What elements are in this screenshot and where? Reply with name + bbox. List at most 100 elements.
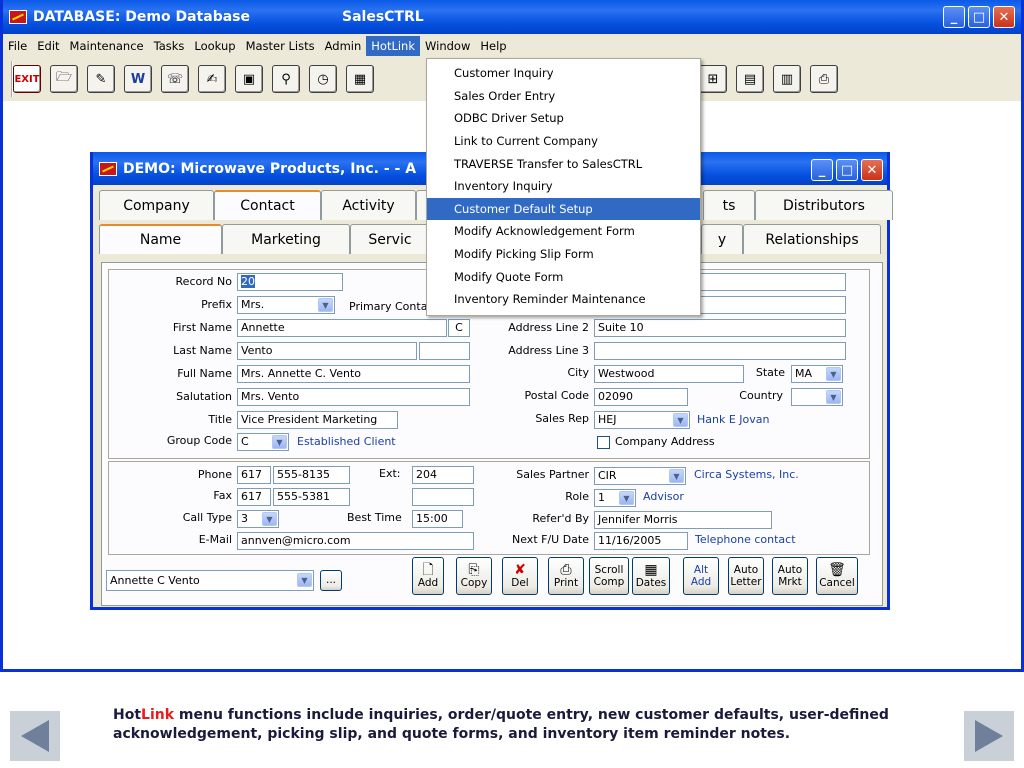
address-line-3-field[interactable] (594, 342, 846, 360)
menu-item-modify-acknowledgement-form[interactable]: Modify Acknowledgement Form (427, 220, 700, 243)
address-line-2-field[interactable]: Suite 10 (594, 319, 846, 337)
sales-partner-select[interactable]: CIR ▼ (594, 467, 686, 485)
first-name-field[interactable]: Annette (237, 319, 447, 337)
role-select[interactable]: 1 ▼ (594, 489, 636, 507)
cancel-button[interactable]: 🗑 Cancel (816, 557, 858, 595)
title-field[interactable]: Vice President Marketing (237, 411, 398, 429)
menu-item-link-to-current-company[interactable]: Link to Current Company (427, 130, 700, 153)
email-field[interactable]: annven@micro.com (237, 532, 474, 550)
best-time-field[interactable]: 15:00 (412, 510, 463, 528)
salutation-field[interactable]: Mrs. Vento (237, 388, 470, 406)
tab-contacts-partial[interactable]: ts (703, 190, 755, 220)
close-button[interactable]: ✕ (993, 6, 1015, 28)
child-maximize-button[interactable]: □ (836, 159, 858, 181)
company-address-checkbox[interactable] (597, 436, 610, 449)
referred-by-field[interactable]: Jennifer Morris (594, 511, 772, 529)
tab-partial-y[interactable]: y (701, 224, 743, 254)
country-select[interactable]: ▼ (791, 388, 843, 406)
tab-distributors[interactable]: Distributors (755, 190, 893, 220)
alt-add-button[interactable]: Alt Add (683, 557, 719, 595)
tab-relationships[interactable]: Relationships (743, 224, 881, 254)
menu-admin[interactable]: Admin (320, 36, 367, 56)
state-select[interactable]: MA ▼ (791, 365, 843, 383)
printer-edit-icon[interactable]: ⎙ (810, 65, 838, 93)
middle-initial-field[interactable]: C (448, 319, 470, 337)
menu-hotlink[interactable]: HotLink (366, 35, 421, 56)
book-icon[interactable]: ▤ (736, 65, 764, 93)
last-name-field[interactable]: Vento (237, 342, 417, 360)
spreadsheet-icon[interactable]: ▥ (773, 65, 801, 93)
group-code-select[interactable]: C ▼ (237, 433, 289, 451)
title-bar[interactable]: DATABASE: Demo Database SalesCTRL _ □ ✕ (3, 0, 1021, 34)
contact-select[interactable]: Annette C Vento ▼ (106, 570, 314, 591)
menu-item-odbc-driver-setup[interactable]: ODBC Driver Setup (427, 107, 700, 130)
contact-lookup-button[interactable]: ... (320, 570, 342, 591)
notes-icon[interactable]: ✎ (87, 65, 115, 93)
menu-window[interactable]: Window (420, 36, 475, 56)
next-followup-field[interactable]: 11/16/2005 (594, 532, 688, 550)
prefix-select[interactable]: Mrs. ▼ (237, 296, 335, 314)
menu-lookup[interactable]: Lookup (189, 36, 240, 56)
minimize-button[interactable]: _ (943, 6, 965, 28)
menu-item-modify-quote-form[interactable]: Modify Quote Form (427, 265, 700, 288)
maximize-button[interactable]: □ (968, 6, 990, 28)
fax-area-field[interactable]: 617 (237, 488, 271, 506)
dates-button[interactable]: ▦ Dates (632, 557, 670, 595)
word-icon[interactable]: W (124, 65, 152, 93)
postal-code-field[interactable]: 02090 (594, 388, 688, 406)
delete-button[interactable]: ✘ Del (502, 557, 538, 595)
binoculars-icon[interactable]: ⚲ (272, 65, 300, 93)
menu-item-customer-default-setup[interactable]: Customer Default Setup (427, 197, 700, 221)
tab-activity[interactable]: Activity (321, 190, 416, 220)
calendar-icon[interactable]: ▦ (346, 65, 374, 93)
chevron-down-icon: ▼ (826, 367, 841, 381)
call-type-select[interactable]: 3 ▼ (237, 510, 279, 528)
folder-icon[interactable]: 🗁 (50, 65, 78, 93)
menu-item-traverse-transfer[interactable]: TRAVERSE Transfer to SalesCTRL (427, 152, 700, 175)
menu-item-inventory-reminder-maintenance[interactable]: Inventory Reminder Maintenance (427, 288, 700, 311)
menu-item-modify-picking-slip-form[interactable]: Modify Picking Slip Form (427, 243, 700, 266)
auto-mrkt-button[interactable]: Auto Mrkt (772, 557, 808, 595)
menu-item-customer-inquiry[interactable]: Customer Inquiry (427, 62, 700, 85)
phone-number-field[interactable]: 555-8135 (273, 466, 350, 484)
tab-contact[interactable]: Contact (214, 190, 321, 220)
exit-button[interactable]: EXIT (13, 65, 41, 93)
tab-marketing[interactable]: Marketing (222, 224, 350, 254)
child-close-button[interactable]: ✕ (861, 159, 883, 181)
city-field[interactable]: Westwood (594, 365, 744, 383)
menu-file[interactable]: File (3, 36, 32, 56)
tab-name[interactable]: Name (99, 224, 222, 254)
print-button[interactable]: ⎙ Print (548, 557, 584, 595)
next-slide-button[interactable] (964, 711, 1014, 761)
tab-company[interactable]: Company (99, 190, 214, 220)
fax-number-field[interactable]: 555-5381 (273, 488, 350, 506)
record-no-field[interactable]: 20 (237, 273, 343, 291)
copy-button[interactable]: ⎘ Copy (456, 557, 492, 595)
menu-edit[interactable]: Edit (32, 36, 64, 56)
add-button[interactable]: 🗋 Add (412, 557, 444, 595)
state-label: State (755, 366, 785, 379)
window-icon[interactable]: ▣ (235, 65, 263, 93)
tab-service[interactable]: Servic (350, 224, 430, 254)
menu-item-inventory-inquiry[interactable]: Inventory Inquiry (427, 175, 700, 198)
title-label: Title (208, 413, 232, 426)
edit-icon[interactable]: ✍ (198, 65, 226, 93)
phone-area-field[interactable]: 617 (237, 466, 271, 484)
suffix-field[interactable] (419, 342, 470, 360)
menu-tasks[interactable]: Tasks (149, 36, 190, 56)
ext-field[interactable]: 204 (412, 466, 474, 484)
clock-icon[interactable]: ◷ (309, 65, 337, 93)
scroll-comp-button[interactable]: Scroll Comp (589, 557, 629, 595)
menu-master-lists[interactable]: Master Lists (241, 36, 320, 56)
fax-ext-field[interactable] (412, 488, 474, 506)
auto-letter-button[interactable]: Auto Letter (728, 557, 764, 595)
full-name-field[interactable]: Mrs. Annette C. Vento (237, 365, 470, 383)
sales-rep-select[interactable]: HEJ ▼ (594, 411, 690, 429)
fax-icon[interactable]: ☏ (161, 65, 189, 93)
child-minimize-button[interactable]: _ (811, 159, 833, 181)
menu-item-sales-order-entry[interactable]: Sales Order Entry (427, 85, 700, 108)
menu-maintenance[interactable]: Maintenance (65, 36, 149, 56)
network-icon[interactable]: ⊞ (699, 65, 727, 93)
menu-help[interactable]: Help (475, 36, 511, 56)
previous-slide-button[interactable] (10, 711, 60, 761)
